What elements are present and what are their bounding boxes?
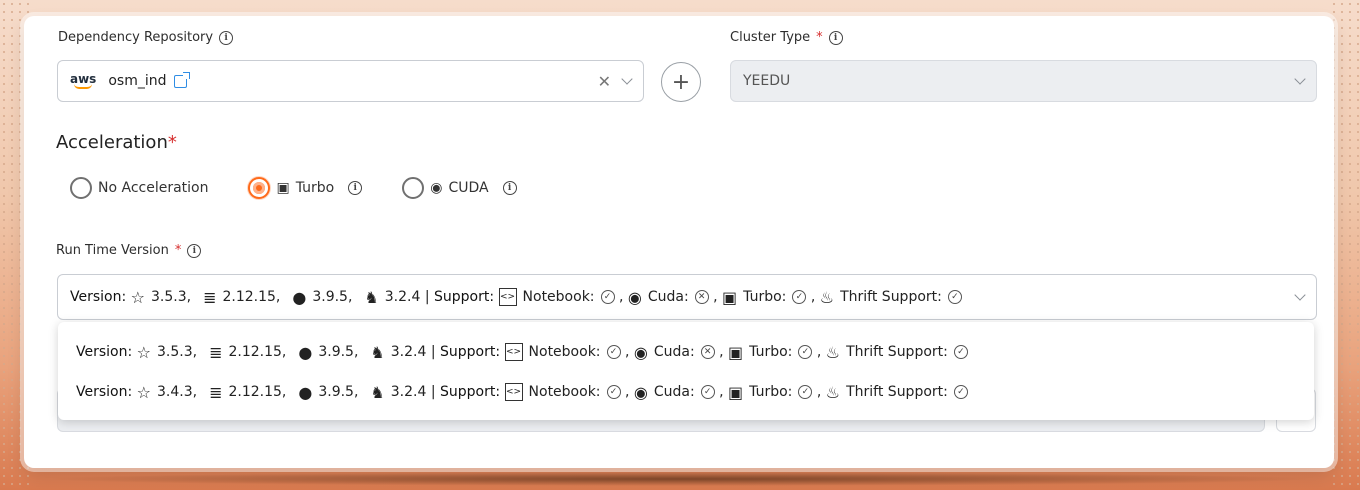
turbo-chip-icon: ▣ <box>728 382 744 402</box>
runtime-version-select[interactable]: Version: ☆ 3.5.3, ≣ 2.12.15, ● 3.9.5, ♞ 3.2.… <box>57 274 1317 320</box>
hadoop-icon: ♞ <box>370 382 385 402</box>
thrift-icon: ♨ <box>825 382 841 402</box>
cluster-type-select: YEEDU <box>730 60 1317 102</box>
add-repository-button[interactable]: + <box>661 62 701 102</box>
thrift-icon: ♨ <box>825 342 841 362</box>
info-icon[interactable]: i <box>187 243 202 258</box>
radio-turbo[interactable]: ▣ Turbo i <box>248 177 363 199</box>
scala-icon: ≣ <box>209 342 223 362</box>
spark-star-icon: ☆ <box>136 382 151 402</box>
dependency-repo-label: Dependency Repository i <box>58 30 234 45</box>
turbo-chip-icon: ▣ <box>722 287 738 307</box>
clear-icon[interactable]: ✕ <box>598 72 611 91</box>
python-icon: ● <box>298 382 313 402</box>
cluster-type-label: Cluster Type * i <box>730 30 843 45</box>
runtime-version-label: Run Time Version * i <box>56 243 202 258</box>
chevron-down-icon[interactable] <box>621 73 633 85</box>
chevron-down-icon[interactable] <box>1294 289 1306 301</box>
runtime-option[interactable]: Version: ☆ 3.4.3, ≣ 2.12.15, ● 3.9.5, ♞ 3.2.… <box>58 372 1314 412</box>
radio-no-acceleration[interactable]: No Acceleration <box>70 177 208 199</box>
check-icon: ✓ <box>792 290 807 304</box>
info-icon[interactable]: i <box>219 30 234 45</box>
cross-icon: ✕ <box>694 290 709 304</box>
card-shadow <box>40 472 1320 486</box>
info-icon[interactable]: i <box>828 30 843 45</box>
dependency-repo-select[interactable]: aws osm_ind ✕ <box>57 60 644 102</box>
check-icon: ✓ <box>606 385 621 399</box>
notebook-icon: <> <box>504 383 523 401</box>
check-icon: ✓ <box>953 345 968 359</box>
check-icon: ✓ <box>600 290 615 304</box>
background-dots-right <box>1330 0 1360 490</box>
nvidia-icon: ◉ <box>633 342 648 362</box>
runtime-version-dropdown: Version: ☆ 3.5.3, ≣ 2.12.15, ● 3.9.5, ♞ 3.2.… <box>58 322 1314 420</box>
chevron-down-icon <box>1294 73 1306 85</box>
python-icon: ● <box>298 342 313 362</box>
python-icon: ● <box>292 287 307 307</box>
external-link-icon[interactable] <box>174 71 191 88</box>
turbo-chip-icon: ▣ <box>728 342 744 362</box>
scala-icon: ≣ <box>209 382 223 402</box>
hadoop-icon: ♞ <box>364 287 379 307</box>
cross-icon: ✕ <box>700 345 715 359</box>
scala-icon: ≣ <box>203 287 217 307</box>
notebook-icon: <> <box>498 288 517 306</box>
info-icon[interactable]: i <box>348 181 363 195</box>
thrift-icon: ♨ <box>819 287 835 307</box>
nvidia-icon: ◉ <box>627 287 642 307</box>
acceleration-title: Acceleration* <box>56 132 177 153</box>
nvidia-icon: ◉ <box>633 382 648 402</box>
check-icon: ✓ <box>798 345 813 359</box>
spark-star-icon: ☆ <box>130 287 145 307</box>
check-icon: ✓ <box>606 345 621 359</box>
aws-logo-icon: aws <box>70 73 96 89</box>
notebook-icon: <> <box>504 343 523 361</box>
info-icon[interactable]: i <box>502 181 517 195</box>
cluster-type-value: YEEDU <box>743 73 791 89</box>
check-icon: ✓ <box>798 385 813 399</box>
hadoop-icon: ♞ <box>370 342 385 362</box>
check-icon: ✓ <box>953 385 968 399</box>
check-icon: ✓ <box>700 385 715 399</box>
check-icon: ✓ <box>947 290 962 304</box>
spark-star-icon: ☆ <box>136 342 151 362</box>
acceleration-radio-group: No Acceleration ▣ Turbo i ◉ CUDA i <box>70 177 557 199</box>
runtime-selected-value: Version: ☆ 3.5.3, ≣ 2.12.15, ● 3.9.5, ♞ 3.2.… <box>70 288 962 307</box>
nvidia-icon: ◉ <box>430 180 443 196</box>
runtime-option[interactable]: Version: ☆ 3.5.3, ≣ 2.12.15, ● 3.9.5, ♞ 3.2.… <box>58 332 1314 372</box>
turbo-chip-icon: ▣ <box>276 180 290 196</box>
dependency-repo-value: osm_ind <box>108 73 167 89</box>
radio-cuda[interactable]: ◉ CUDA i <box>402 177 517 199</box>
